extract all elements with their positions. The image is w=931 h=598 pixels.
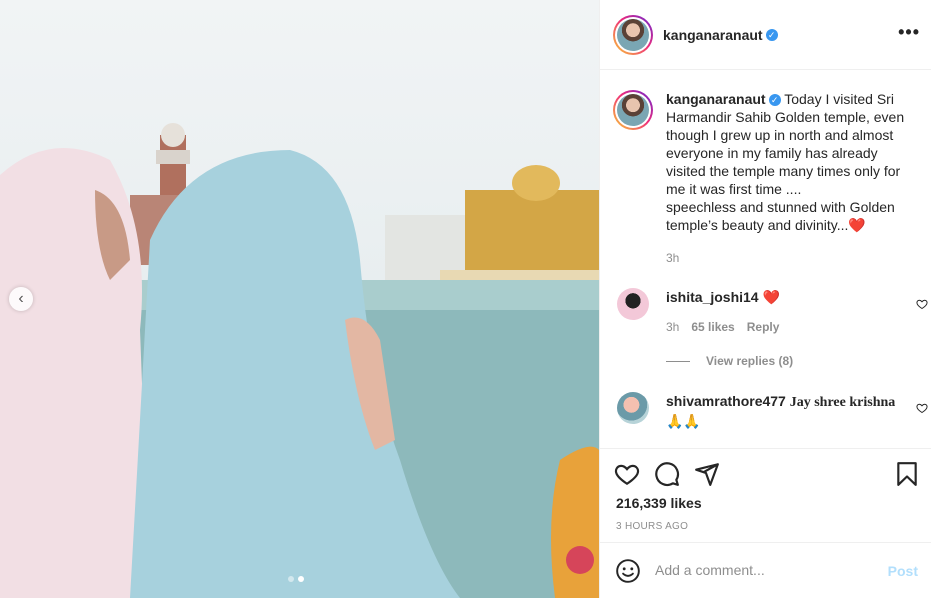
previous-photo-button[interactable]: ‹ [9,287,33,311]
comment-like-icon[interactable] [916,298,928,310]
author-avatar-image [617,18,649,51]
right-figure-patch [566,546,594,574]
post-side-panel: kanganaranaut ✓ ••• kanganaranaut ✓ Today… [599,0,931,598]
post-photo[interactable]: ‹ [0,0,599,598]
right-figure [551,446,599,598]
author-username[interactable]: kanganaranaut [663,27,763,43]
caption-username[interactable]: kanganaranaut [666,91,766,107]
verified-icon: ✓ [768,94,781,107]
caption-avatar[interactable] [613,90,653,130]
comment-like-icon[interactable] [916,402,928,414]
comment-item: shivamrathore477 Jay shree krishna 🙏🙏 [613,392,928,432]
bookmark-icon[interactable] [894,461,920,487]
post-actions: 216,339 likes 3 HOURS AGO [600,448,931,532]
woman-left-dupatta [0,148,150,598]
replies-divider [666,360,690,362]
caption-text-block: kanganaranaut ✓ Today I visited Sri Harma… [666,90,916,234]
verified-icon: ✓ [765,28,778,41]
action-icons [614,461,920,487]
add-comment-bar: Post [600,542,931,598]
carousel-indicator [288,576,304,582]
post-button[interactable]: Post [888,563,918,579]
photo-scene [0,123,599,598]
heart-icon[interactable] [614,461,640,487]
chevron-left-icon: ‹ [18,290,24,307]
carousel-dot-1 [288,576,294,582]
commenter-username[interactable]: shivamrathore477 [666,393,786,409]
more-icon[interactable]: ••• [898,22,920,43]
reply-button[interactable]: Reply [747,318,780,336]
carousel-dot-2 [298,576,304,582]
comment-time[interactable]: 3h [666,318,679,336]
commenter-avatar[interactable] [617,288,649,320]
caption-time[interactable]: 3h [666,249,916,267]
author-avatar[interactable] [613,14,653,55]
comment-text: ❤️ [762,289,780,305]
golden-dome [512,165,560,201]
view-replies-label: View replies (8) [706,354,794,368]
emoji-icon[interactable] [615,558,641,584]
post-timestamp[interactable]: 3 HOURS AGO [616,521,688,532]
caption-text: Today I visited Sri Harmandir Sahib Gold… [666,91,905,233]
commenter-username[interactable]: ishita_joshi14 [666,289,759,305]
comment-icon[interactable] [654,461,680,487]
view-replies-button[interactable]: View replies (8) [666,354,793,368]
comment-item: ishita_joshi14 ❤️ 3h 65 likes Reply [613,288,928,336]
share-icon[interactable] [694,461,720,487]
comment-likes[interactable]: 65 likes [691,318,734,336]
tower-balcony [156,150,190,164]
commenter-avatar[interactable] [617,392,649,424]
caption-avatar-image [617,94,649,126]
likes-count[interactable]: 216,339 likes [616,495,702,511]
comment-meta: 3h 65 likes Reply [666,318,906,336]
tower-dome [161,123,185,147]
comment-input[interactable] [655,560,875,580]
post-header: kanganaranaut ✓ ••• [600,0,931,70]
comments-section[interactable]: kanganaranaut ✓ Today I visited Sri Harma… [600,70,931,448]
post-caption: kanganaranaut ✓ Today I visited Sri Harma… [613,90,923,267]
